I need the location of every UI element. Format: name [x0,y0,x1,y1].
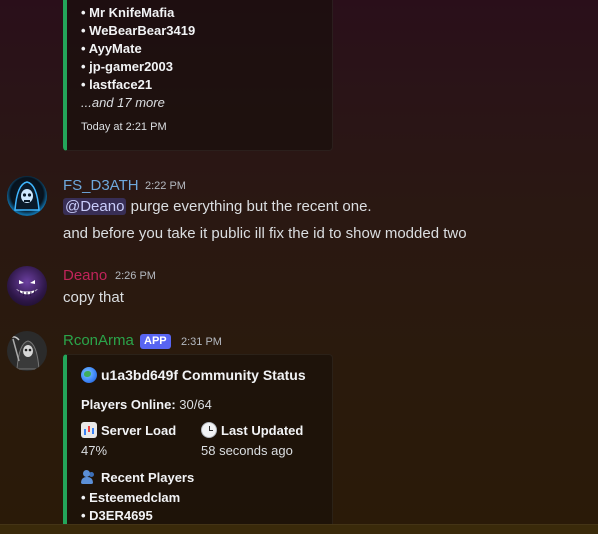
app-badge: APP [140,334,171,349]
clock-icon [201,422,217,438]
message-timestamp: 2:22 PM [145,180,186,192]
username-rconarma[interactable]: RconArma [63,332,134,349]
people-icon [81,469,97,485]
user-mention[interactable]: @Deano [63,198,127,215]
recent-player-item: • Esteemedclam [81,490,181,505]
grinning-ghost-icon [16,280,38,297]
player-list-item: • AyyMate [81,41,142,56]
embed-footer-timestamp: Today at 2:21 PM [81,121,167,133]
avatar-fs-d3ath[interactable] [7,176,47,216]
server-load-label: Server Load [81,422,176,438]
username-fs-d3ath[interactable]: FS_D3ATH [63,177,139,194]
recent-players-label: Recent Players [81,469,194,485]
players-online-field: Players Online: 30/64 [81,397,212,412]
message-timestamp: 2:31 PM [181,336,222,348]
globe-icon [81,367,97,383]
hooded-skull-icon [14,181,40,211]
message-content: copy that [63,289,124,306]
message-timestamp: 2:26 PM [115,270,156,282]
avatar-deano[interactable] [7,266,47,306]
message-content: and before you take it public ill fix th… [63,225,467,242]
player-list-item: • WeBearBear3419 [81,23,196,38]
message-input-bar-edge [0,524,598,534]
embed-title: u1a3bd649f Community Status [81,367,306,383]
server-load-value: 47% [81,443,108,458]
more-players-text: ...and 17 more [81,95,165,110]
reaper-icon [9,336,40,370]
message-content: @Deano purge everything but the recent o… [63,198,372,215]
community-status-embed: u1a3bd649f Community Status Players Onli… [63,354,333,534]
player-list-item: • lastface21 [81,77,153,92]
last-updated-label: Last Updated [201,422,303,438]
username-deano[interactable]: Deano [63,267,107,284]
player-list-item: • Mr KnifeMafia [81,5,175,20]
player-list-item: • jp-gamer2003 [81,59,173,74]
bar-chart-icon [81,422,97,438]
player-list-embed: • Mr KnifeMafia • WeBearBear3419 • AyyMa… [63,0,333,151]
avatar-rconarma[interactable] [7,331,47,371]
recent-player-item: • D3ER4695 [81,508,153,523]
last-updated-value: 58 seconds ago [201,443,293,458]
